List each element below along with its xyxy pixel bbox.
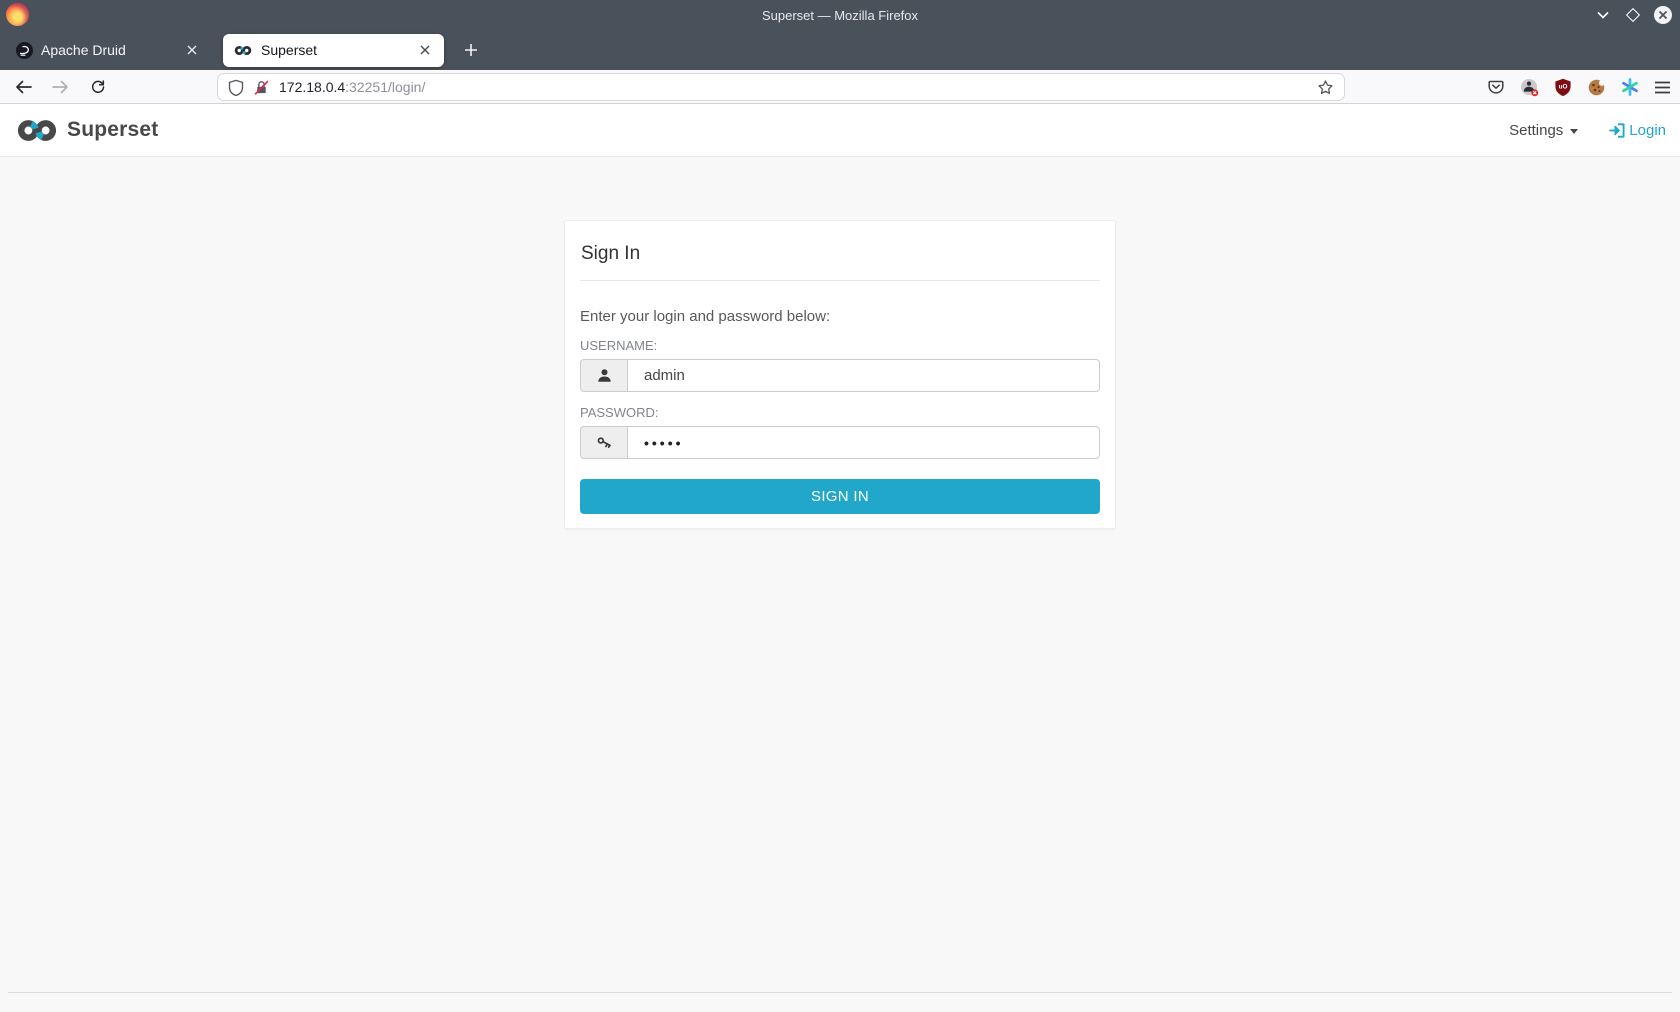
tab-label: Apache Druid — [41, 42, 175, 58]
back-icon[interactable] — [8, 73, 39, 101]
insecure-lock-icon[interactable] — [253, 79, 270, 96]
login-label: Login — [1629, 122, 1666, 139]
reload-icon[interactable] — [82, 73, 113, 101]
tab-strip: Apache Druid Superset — [0, 30, 1680, 70]
login-link[interactable]: Login — [1608, 122, 1666, 139]
username-label: USERNAME: — [580, 338, 1100, 353]
superset-navbar: Superset Settings Login — [0, 104, 1680, 157]
url-host: 172.18.0.4 — [279, 79, 345, 95]
asterisk-extension-icon[interactable] — [1621, 78, 1639, 96]
key-icon — [580, 426, 627, 459]
sign-in-button[interactable]: SIGN IN — [580, 479, 1100, 514]
footer-divider — [8, 992, 1672, 993]
toolbar-extensions: uO — [1487, 70, 1671, 104]
settings-label: Settings — [1509, 122, 1563, 139]
new-tab-button[interactable] — [456, 35, 486, 65]
url-bar[interactable]: 172.18.0.4:32251/login/ — [217, 73, 1345, 101]
cookie-extension-icon[interactable] — [1587, 78, 1606, 97]
close-window-icon[interactable] — [1654, 6, 1672, 24]
maximize-icon[interactable] — [1624, 6, 1642, 24]
firefox-logo-icon — [6, 3, 29, 26]
ublock-origin-icon[interactable]: uO — [1554, 78, 1572, 97]
sign-in-instruction: Enter your login and password below: — [580, 308, 1100, 325]
tab-superset[interactable]: Superset — [223, 34, 444, 67]
bookmark-star-icon[interactable] — [1317, 79, 1334, 96]
minimize-icon[interactable] — [1594, 6, 1612, 24]
window-title: Superset — Mozilla Firefox — [762, 8, 918, 23]
tab-apache-druid[interactable]: Apache Druid — [6, 34, 211, 67]
superset-infinity-icon — [14, 118, 60, 143]
forward-icon[interactable] — [45, 73, 76, 101]
window-titlebar: Superset — Mozilla Firefox — [0, 0, 1680, 30]
nav-buttons — [0, 73, 113, 101]
tab-close-icon[interactable] — [183, 41, 201, 59]
password-group — [580, 426, 1100, 459]
brand-name: Superset — [67, 118, 158, 142]
superset-logo[interactable]: Superset — [14, 118, 158, 143]
password-input[interactable] — [627, 426, 1100, 459]
url-path: :32251/login/ — [345, 79, 425, 95]
caret-down-icon — [1570, 129, 1578, 134]
svg-text:uO: uO — [1559, 83, 1568, 90]
browser-toolbar: 172.18.0.4:32251/login/ uO — [0, 70, 1680, 104]
settings-menu[interactable]: Settings — [1509, 122, 1578, 139]
page-content: Sign In Enter your login and password be… — [0, 157, 1680, 1012]
tab-close-icon[interactable] — [416, 41, 434, 59]
username-input[interactable] — [627, 359, 1100, 392]
superset-favicon-icon — [233, 45, 253, 56]
pocket-icon[interactable] — [1487, 78, 1505, 96]
navbar-right: Settings Login — [1509, 122, 1666, 139]
url-text: 172.18.0.4:32251/login/ — [279, 79, 425, 95]
privacy-extension-icon[interactable] — [1520, 78, 1539, 97]
tracking-protection-shield-icon[interactable] — [228, 79, 244, 96]
password-label: PASSWORD: — [580, 405, 1100, 420]
sign-in-card: Sign In Enter your login and password be… — [564, 220, 1116, 529]
user-icon — [580, 359, 627, 392]
menu-icon[interactable] — [1654, 81, 1671, 94]
window-controls — [1594, 0, 1672, 30]
username-group — [580, 359, 1100, 392]
druid-favicon-icon — [16, 42, 33, 59]
sign-in-title: Sign In — [580, 234, 1100, 281]
sign-in-icon — [1608, 122, 1625, 139]
tab-label: Superset — [261, 42, 408, 58]
